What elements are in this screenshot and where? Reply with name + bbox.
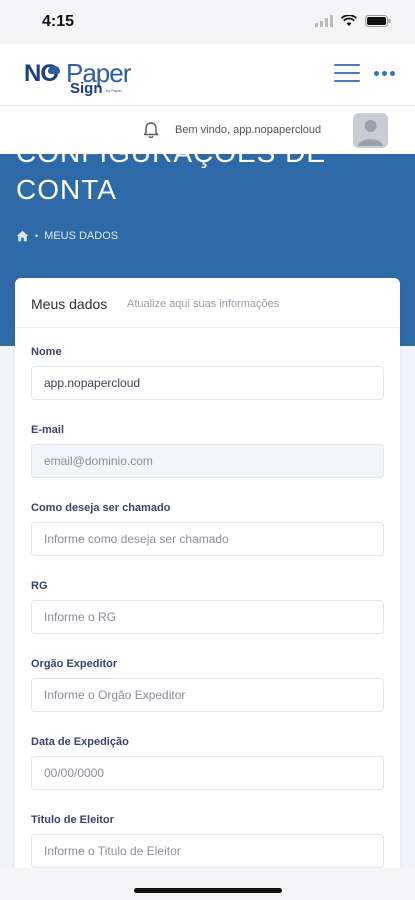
card-title: Meus dados	[31, 296, 108, 312]
home-indicator[interactable]	[134, 888, 282, 893]
field-data-expedicao: Data de Expedição 00/00/0000	[31, 736, 384, 790]
nome-input[interactable]: app.nopapercloud	[31, 366, 384, 400]
user-bar: Bem vindo, app.nopapercloud	[0, 106, 415, 154]
field-label: Como deseja ser chamado	[31, 502, 171, 514]
email-input[interactable]: email@dominio.com	[31, 444, 384, 478]
hamburger-menu-icon[interactable]	[334, 64, 360, 84]
field-como-deseja-ser-chamado: Como deseja ser chamado Informe como des…	[31, 502, 384, 556]
nopaper-sign-logo[interactable]: NO Paper Sign by Paper	[24, 54, 154, 98]
page-title-line1: CONFIGURAÇÕES DE	[16, 154, 326, 169]
field-orgao-expeditor: Orgão Expeditor Informe o Orgão Expedito…	[31, 658, 384, 712]
meus-dados-card: Meus dados Atualize aqui suas informaçõe…	[15, 278, 400, 878]
user-icon	[358, 120, 383, 146]
field-label: Nome	[31, 346, 62, 358]
card-subtitle: Atualize aqui suas informações	[127, 298, 280, 310]
field-titulo-eleitor: Titulo de Eleitor Informe o Titulo de El…	[31, 814, 384, 868]
bottom-bar	[0, 868, 415, 900]
breadcrumb-current: MEUS DADOS	[44, 230, 119, 242]
avatar[interactable]	[353, 113, 388, 148]
card-header: Meus dados Atualize aqui suas informaçõe…	[15, 278, 400, 328]
titulo-eleitor-input[interactable]: Informe o Titulo de Eleitor	[31, 834, 384, 868]
cellular-signal-icon	[315, 15, 333, 27]
nickname-input[interactable]: Informe como deseja ser chamado	[31, 522, 384, 556]
field-label: Titulo de Eleitor	[31, 814, 114, 826]
field-label: RG	[31, 580, 48, 592]
more-options-icon[interactable]	[374, 71, 395, 76]
field-label: E-mail	[31, 424, 65, 436]
status-icons	[315, 15, 391, 27]
rg-input[interactable]: Informe o RG	[31, 600, 384, 634]
field-email: E-mail email@dominio.com	[31, 424, 384, 478]
data-expedicao-input[interactable]: 00/00/0000	[31, 756, 384, 790]
page-title-line2: CONTA	[16, 174, 117, 205]
field-nome: Nome app.nopapercloud	[31, 346, 384, 400]
home-icon[interactable]	[16, 230, 29, 242]
top-navbar: NO Paper Sign by Paper	[0, 44, 415, 106]
bell-icon[interactable]	[143, 121, 159, 139]
field-rg: RG Informe o RG	[31, 580, 384, 634]
battery-icon	[365, 15, 391, 27]
breadcrumb: • MEUS DADOS	[16, 230, 118, 242]
welcome-text: Bem vindo, app.nopapercloud	[175, 124, 322, 136]
field-label: Data de Expedição	[31, 736, 129, 748]
cloud-icon	[48, 66, 60, 74]
status-time: 4:15	[42, 13, 75, 30]
breadcrumb-separator: •	[35, 231, 39, 241]
status-bar: 4:15	[0, 0, 415, 44]
wifi-icon	[341, 15, 357, 26]
orgao-expeditor-input[interactable]: Informe o Orgão Expeditor	[31, 678, 384, 712]
field-label: Orgão Expeditor	[31, 658, 118, 670]
